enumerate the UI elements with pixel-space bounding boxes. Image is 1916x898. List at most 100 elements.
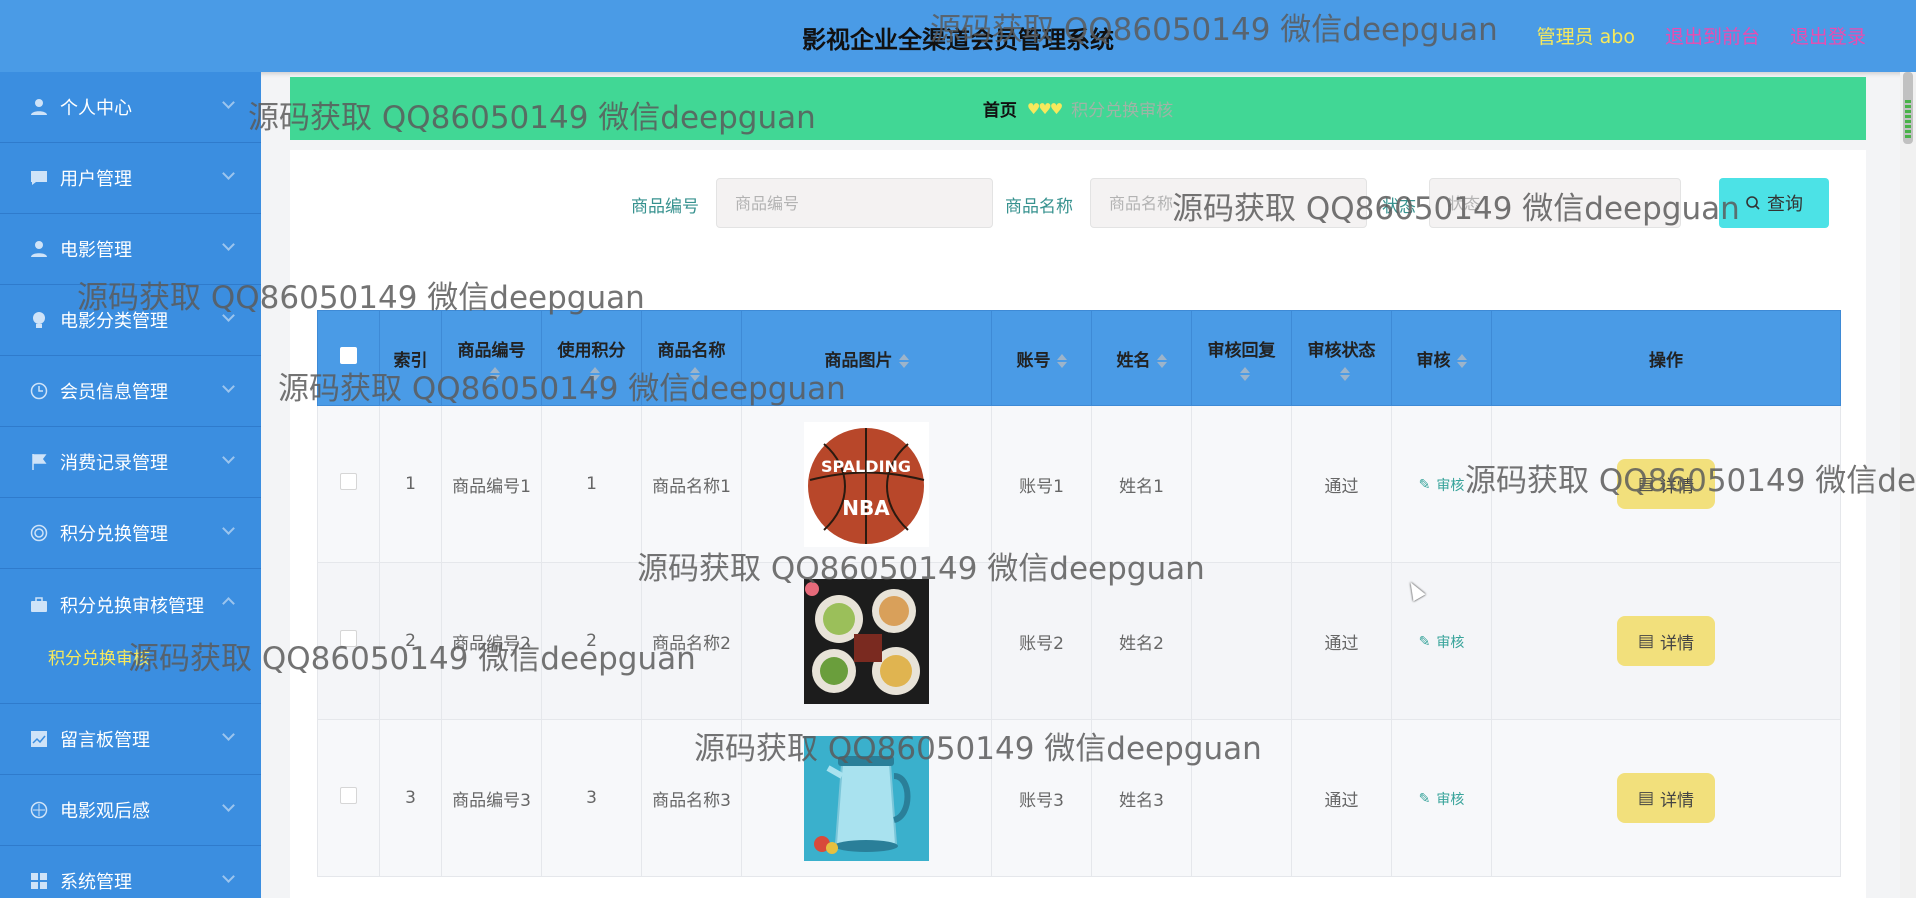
audit-link[interactable]: ✎ 审核 [1419,789,1465,809]
column-header[interactable]: 商品名称 [641,310,742,406]
row-checkbox[interactable] [340,473,357,490]
sidebar-item-consumption-records[interactable]: 消费记录管理 [0,427,261,498]
chevron-down-icon [222,96,235,109]
product-image-food-bowls [804,578,929,704]
table-row: 2 商品编号2 2 商品名称2 账号2 姓名2 通过 ✎ 审核 ▤ 详情 [317,562,1841,720]
sidebar-item-exchange-audit-management[interactable]: 积分兑换审核管理 [0,569,261,640]
target-icon [28,522,50,544]
detail-button[interactable]: ▤ 详情 [1617,773,1715,823]
clock-icon [28,380,50,402]
chevron-down-icon [222,799,235,812]
detail-button[interactable]: ▤ 详情 [1617,459,1715,509]
user-icon [28,238,50,260]
column-header[interactable]: 审核 [1391,310,1492,406]
cell-account: 账号2 [991,562,1092,720]
column-header[interactable]: 使用积分 [541,310,642,406]
svg-text:NBA: NBA [842,496,890,520]
select-all-checkbox[interactable] [340,347,357,364]
chevron-down-icon [222,309,235,322]
table-header-row: 索引 商品编号 使用积分 商品名称 商品图片 账号 姓名 审核回复 审核状态 审… [317,310,1841,406]
sidebar-item-label: 系统管理 [60,872,132,893]
column-header[interactable]: 商品图片 [741,310,992,406]
sidebar-group-exchange-audit: 积分兑换审核管理 积分兑换审核 [0,569,261,704]
column-header[interactable]: 审核状态 [1291,310,1392,406]
breadcrumb-home[interactable]: 首页 [983,96,1017,121]
search-icon [1746,196,1760,210]
sidebar-item-label: 积分兑换审核管理 [60,595,204,617]
cell-name: 商品名称3 [641,719,742,877]
product-code-input[interactable] [716,178,993,228]
breadcrumb: 首页 ♥♥♥ 积分兑换审核 [290,77,1866,140]
sort-icon[interactable] [1056,353,1067,368]
document-icon: ▤ [1637,788,1655,807]
cell-status: 通过 [1291,562,1392,720]
edit-icon: ✎ [1418,476,1431,493]
sort-icon[interactable] [689,366,700,381]
sort-icon[interactable] [1339,366,1350,381]
chevron-down-icon [222,728,235,741]
cell-account: 账号3 [991,719,1092,877]
column-header[interactable]: 审核回复 [1191,310,1292,406]
column-header[interactable]: 商品编号 [441,310,542,406]
compass-icon [28,799,50,821]
exit-to-front-link[interactable]: 退出到前台 [1665,22,1760,49]
sort-icon[interactable] [1456,353,1467,368]
audit-link[interactable]: ✎ 审核 [1419,475,1465,495]
sidebar-item-points-exchange[interactable]: 积分兑换管理 [0,498,261,569]
sidebar-item-user-management[interactable]: 用户管理 [0,143,261,214]
grid-icon [28,870,50,892]
cell-reply [1191,405,1292,563]
sort-icon[interactable] [1239,366,1250,381]
sidebar-item-system-management[interactable]: 系统管理 [0,846,261,898]
column-header: 索引 [379,310,442,406]
sidebar-subitem-exchange-audit[interactable]: 积分兑换审核 [0,640,261,703]
cell-index: 1 [379,405,442,563]
cell-points: 1 [541,405,642,563]
chevron-down-icon [222,451,235,464]
column-header[interactable]: 账号 [991,310,1092,406]
cell-account: 账号1 [991,405,1092,563]
search-button-label: 查询 [1767,194,1803,214]
search-button[interactable]: 查询 [1719,178,1829,228]
edit-icon: ✎ [1418,790,1431,807]
row-checkbox[interactable] [340,630,357,647]
sort-icon[interactable] [1156,353,1167,368]
sidebar-item-member-info[interactable]: 会员信息管理 [0,356,261,427]
document-icon: ▤ [1637,474,1655,493]
svg-text:SPALDING: SPALDING [821,457,911,476]
chevron-up-icon [222,597,235,610]
logout-link[interactable]: 退出登录 [1790,22,1866,49]
current-user: 管理员 abo [1536,26,1635,48]
cell-points: 3 [541,719,642,877]
sort-icon[interactable] [589,366,600,381]
user-icon [28,96,50,118]
scrollbar-thumb[interactable] [1903,72,1913,144]
column-header[interactable]: 姓名 [1091,310,1192,406]
status-input[interactable] [1429,178,1681,228]
sidebar-item-movie-category[interactable]: 电影分类管理 [0,285,261,356]
main-panel: 商品编号 商品名称 状态 查询 索引 商品编号 使用积分 商品名称 商品图片 账… [290,150,1866,898]
audit-link[interactable]: ✎ 审核 [1419,632,1465,652]
detail-button[interactable]: ▤ 详情 [1617,616,1715,666]
cell-status: 通过 [1291,405,1392,563]
cell-index: 2 [379,562,442,720]
edit-icon: ✎ [1418,633,1431,650]
product-code-label: 商品编号 [631,197,699,217]
sidebar-item-message-board[interactable]: 留言板管理 [0,704,261,775]
flag-icon [28,451,50,473]
sort-icon[interactable] [898,353,909,368]
sidebar-item-movie-reviews[interactable]: 电影观后感 [0,775,261,846]
chevron-down-icon [222,238,235,251]
cell-reply [1191,719,1292,877]
chevron-down-icon [222,522,235,535]
product-image-basketball: SPALDING NBA [804,421,929,547]
sort-icon[interactable] [489,366,500,381]
document-icon: ▤ [1637,631,1655,650]
cell-person: 姓名3 [1091,719,1192,877]
row-checkbox[interactable] [340,787,357,804]
product-name-input[interactable] [1090,178,1367,228]
heart-separator-icon: ♥♥♥ [1026,99,1063,118]
vertical-scrollbar[interactable] [1900,72,1916,898]
sidebar-item-movie-management[interactable]: 电影管理 [0,214,261,285]
sidebar-item-personal-center[interactable]: 个人中心 [0,72,261,143]
